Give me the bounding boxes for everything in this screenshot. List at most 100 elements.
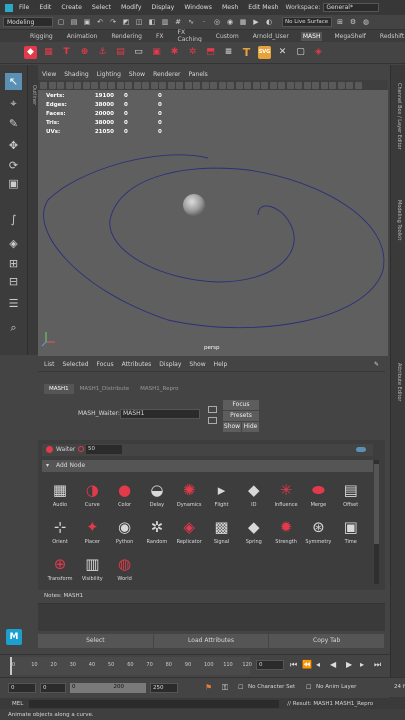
undo-icon[interactable]: ↶: [95, 17, 105, 27]
outliner-view-icon[interactable]: ☰: [5, 295, 22, 312]
redo-icon[interactable]: ↷: [108, 17, 118, 27]
viewport-tool-icon[interactable]: [82, 81, 90, 89]
show-button[interactable]: Show: [223, 422, 241, 432]
shelf-tab-megashelf[interactable]: MegaShelf: [332, 32, 367, 41]
viewport-tool-icon[interactable]: [133, 81, 141, 89]
vp-menu-shading[interactable]: Shading: [64, 71, 88, 78]
anim-layer-field[interactable]: No Anim Layer: [314, 683, 368, 693]
mash-world-icon[interactable]: ✱: [168, 46, 181, 59]
node-random[interactable]: ✲ Random: [142, 517, 172, 545]
anim-start-field[interactable]: 0: [40, 683, 66, 693]
node-curve[interactable]: ◑ Curve: [77, 480, 107, 508]
history-icon[interactable]: ▦: [238, 17, 248, 27]
mash-lock-icon[interactable]: ▢: [294, 46, 307, 59]
step-back-icon[interactable]: ◂: [316, 660, 320, 669]
mash-delete-icon[interactable]: ◈: [312, 46, 325, 59]
node-world[interactable]: ◍ World: [110, 554, 140, 582]
search-icon[interactable]: ⌕: [5, 319, 22, 336]
node-audio[interactable]: ▦ Audio: [45, 480, 75, 508]
viewport-tool-icon[interactable]: [125, 81, 132, 89]
node-flight[interactable]: ▸ Flight: [207, 480, 237, 508]
play-back-icon[interactable]: ◀: [330, 660, 336, 669]
viewport-tool-icon[interactable]: [286, 81, 294, 89]
node-merge[interactable]: ⬬ Merge: [303, 480, 333, 508]
ae-menu-show[interactable]: Show: [189, 361, 205, 368]
range-bar[interactable]: 0 200: [70, 683, 146, 693]
ae-tab-mash1[interactable]: MASH1: [44, 384, 74, 394]
node-placer[interactable]: ✦ Placer: [77, 517, 107, 545]
vp-menu-panels[interactable]: Panels: [188, 71, 207, 78]
viewport-tool-icon[interactable]: [261, 81, 268, 89]
mash-create-icon[interactable]: ◆: [24, 46, 37, 59]
viewport-tool-icon[interactable]: [201, 81, 209, 89]
ipr-icon[interactable]: ◐: [264, 17, 274, 27]
viewport-tool-icon[interactable]: [312, 81, 319, 89]
viewport-tool-icon[interactable]: [57, 81, 64, 89]
viewport-tool-icon[interactable]: [108, 81, 115, 89]
select-component-icon[interactable]: ◧: [147, 17, 157, 27]
viewport-tool-icon[interactable]: [184, 81, 192, 89]
presets-button[interactable]: Presets: [223, 411, 259, 421]
shelf-tab-custom[interactable]: Custom: [214, 32, 241, 41]
mash-points-icon[interactable]: ✲: [186, 46, 199, 59]
menu-select[interactable]: Select: [92, 4, 111, 11]
four-view-icon[interactable]: ⊞: [5, 255, 22, 272]
viewport-tool-icon[interactable]: [278, 81, 285, 89]
viewport-tool-icon[interactable]: [218, 81, 226, 89]
waiter-toggle[interactable]: [356, 447, 366, 452]
curve-tool-icon[interactable]: ∫: [5, 211, 22, 228]
ae-menu-list[interactable]: List: [44, 361, 55, 368]
workspace-select[interactable]: General*: [323, 3, 380, 12]
shelf-tab-mash[interactable]: MASH: [300, 31, 323, 41]
viewport-tool-icon[interactable]: [150, 81, 158, 89]
viewport-tool-icon[interactable]: [193, 81, 200, 89]
move-tool-icon[interactable]: ✥: [5, 137, 22, 154]
menu-mesh[interactable]: Mesh: [222, 4, 238, 11]
node-color[interactable]: ● Color: [110, 480, 140, 508]
menu-modify[interactable]: Modify: [121, 4, 142, 11]
render-settings-icon[interactable]: ⚙: [348, 17, 358, 27]
ae-tab-distribute[interactable]: MASH1_Distribute: [75, 384, 134, 394]
node-influence[interactable]: ✳ Influence: [271, 480, 301, 508]
mash-network-icon[interactable]: ✕: [276, 46, 289, 59]
viewport-tool-icon[interactable]: [244, 81, 251, 89]
add-node-header[interactable]: ▾ Add Node: [42, 460, 373, 472]
play-forward-icon[interactable]: ▶: [346, 660, 352, 669]
mash-script-icon[interactable]: ≡: [222, 46, 235, 59]
character-set-field[interactable]: No Character Set: [246, 683, 300, 693]
step-back-key-icon[interactable]: ⏪: [302, 660, 312, 669]
menu-display[interactable]: Display: [152, 4, 175, 11]
ae-menu-attributes[interactable]: Attributes: [122, 361, 152, 368]
mash-blend-icon[interactable]: ⚓: [96, 46, 109, 59]
symmetry-icon[interactable]: ⊞: [335, 17, 345, 27]
node-strength[interactable]: ✹ Strength: [271, 517, 301, 545]
paint-select-icon[interactable]: ✎: [5, 115, 22, 132]
viewport-tool-icon[interactable]: [227, 81, 234, 89]
ae-menu-help[interactable]: Help: [214, 361, 228, 368]
viewport-tool-icon[interactable]: [74, 81, 81, 89]
mel-label[interactable]: MEL: [12, 701, 23, 707]
vp-menu-show[interactable]: Show: [129, 71, 145, 78]
ae-menu-display[interactable]: Display: [159, 361, 181, 368]
node-id[interactable]: ◆ ID: [239, 480, 269, 508]
viewport-tool-icon[interactable]: [269, 81, 277, 89]
open-scene-icon[interactable]: ▤: [69, 17, 79, 27]
go-output-icon[interactable]: [208, 417, 217, 424]
auto-key-icon[interactable]: ⚑: [205, 683, 212, 692]
mash-trails-icon[interactable]: ▤: [114, 46, 127, 59]
fps-field[interactable]: 24 f: [392, 683, 405, 693]
current-frame-field[interactable]: 0: [256, 660, 284, 670]
shelf-tab-redshift[interactable]: Redshift: [378, 32, 405, 41]
menu-create[interactable]: Create: [61, 4, 82, 11]
viewport-tool-icon[interactable]: [167, 81, 175, 89]
mash-cache-icon[interactable]: ⬒: [204, 46, 217, 59]
node-symmetry[interactable]: ⊛ Symmetry: [303, 517, 333, 545]
svg-tool-icon[interactable]: SVG: [258, 46, 271, 59]
ae-tab-repro[interactable]: MASH1_Repro: [135, 384, 183, 394]
viewport-tool-icon[interactable]: [329, 81, 336, 89]
mash-text-icon[interactable]: T: [60, 46, 73, 59]
hypershade-icon[interactable]: ◍: [361, 17, 371, 27]
viewport-tool-icon[interactable]: [354, 81, 362, 89]
viewport-tool-icon[interactable]: [235, 81, 243, 89]
shelf-tab-rendering[interactable]: Rendering: [109, 32, 144, 41]
